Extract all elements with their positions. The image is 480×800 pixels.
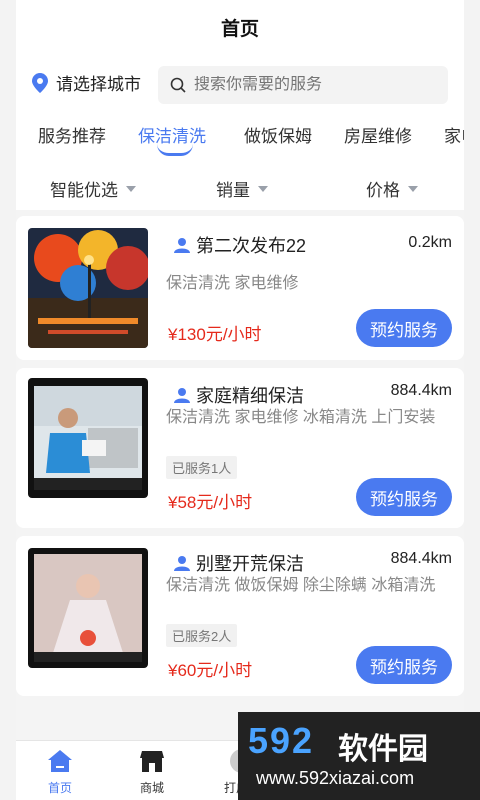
tab-cooking-nanny[interactable]: 做饭保姆 <box>244 122 312 147</box>
filter-price[interactable]: 价格 <box>366 176 418 201</box>
home-icon <box>48 750 72 772</box>
listing-distance: 0.2km <box>408 234 452 251</box>
watermark-brand: 592 <box>248 720 315 761</box>
listing-title: 别墅开荒保洁 <box>174 550 304 576</box>
listing-thumbnail <box>28 228 148 348</box>
listing-card[interactable]: 家庭精细保洁 884.4km 保洁清洗 家电维修 冰箱清洗 上门安装 已服务1人… <box>16 368 464 528</box>
listing-price: ¥130元/小时 <box>168 325 262 344</box>
listing-name: 家庭精细保洁 <box>196 386 304 406</box>
page-title: 首页 <box>220 19 259 40</box>
user-icon <box>174 238 190 253</box>
category-tabs: 服务推荐 保洁清洗 做饭保姆 房屋维修 家电 <box>16 114 464 160</box>
served-count-badge: 已服务2人 <box>166 624 238 647</box>
top-header: 首页 请选择城市 服务推荐 保洁清洗 做饭保姆 房屋维修 家电 智能 <box>16 0 464 210</box>
listing-name: 第二次发布22 <box>196 236 307 256</box>
search-input[interactable] <box>194 76 424 94</box>
listing-price: ¥60元/小时 <box>168 661 253 680</box>
caret-down-icon <box>258 185 268 192</box>
listing-title: 家庭精细保洁 <box>174 382 304 408</box>
city-selector[interactable]: 请选择城市 <box>32 70 141 95</box>
listing-title: 第二次发布22 <box>174 232 306 258</box>
filter-sales-label: 销量 <box>216 181 250 200</box>
filter-smart-label: 智能优选 <box>50 181 118 200</box>
filter-sales[interactable]: 销量 <box>216 176 268 201</box>
tab-service-recommend[interactable]: 服务推荐 <box>38 122 106 147</box>
location-pin-icon <box>32 72 48 93</box>
listing-distance: 884.4km <box>390 550 452 567</box>
user-icon <box>174 388 190 403</box>
app-screen: 首页 请选择城市 服务推荐 保洁清洗 做饭保姆 房屋维修 家电 智能 <box>16 0 464 800</box>
listing-card[interactable]: 第二次发布22 0.2km 保洁清洗 家电维修 ¥130元/小时 预约服务 <box>16 216 464 360</box>
listing-distance: 884.4km <box>390 382 452 399</box>
listing-price: ¥58元/小时 <box>168 493 253 512</box>
caret-down-icon <box>126 185 136 192</box>
site-watermark: 592 软件园 www.592xiazai.com <box>238 712 480 800</box>
listing-tags: 保洁清洗 家电维修 <box>166 275 299 292</box>
listing-card[interactable]: 别墅开荒保洁 884.4km 保洁清洗 做饭保姆 除尘除螨 冰箱清洗 已服务2人… <box>16 536 464 696</box>
nav-home-label: 首页 <box>47 781 72 795</box>
photo-image-icon <box>28 378 148 498</box>
watermark-url: www.592xiazai.com <box>256 768 415 788</box>
photo-image-icon <box>28 548 148 668</box>
user-icon <box>174 556 190 571</box>
search-box[interactable] <box>158 66 448 104</box>
filter-smart[interactable]: 智能优选 <box>50 176 136 201</box>
filter-bar: 智能优选 销量 价格 <box>16 168 464 208</box>
book-service-button[interactable]: 预约服务 <box>356 478 452 516</box>
filter-price-label: 价格 <box>366 181 400 200</box>
tab-house-repair[interactable]: 房屋维修 <box>344 122 412 147</box>
city-label: 请选择城市 <box>56 75 141 94</box>
watermark-brand-cn: 软件园 <box>338 733 428 766</box>
listing-thumbnail <box>28 548 148 668</box>
painting-image-icon <box>28 228 148 348</box>
caret-down-icon <box>408 185 418 192</box>
nav-shop-label: 商城 <box>139 781 164 795</box>
book-service-button[interactable]: 预约服务 <box>356 646 452 684</box>
book-service-button[interactable]: 预约服务 <box>356 309 452 347</box>
listing-tags: 保洁清洗 做饭保姆 除尘除螨 冰箱清洗 <box>166 577 436 594</box>
listing-thumbnail <box>28 378 148 498</box>
nav-shop[interactable]: 商城 <box>122 747 182 796</box>
tab-appliance[interactable]: 家电 <box>444 122 464 147</box>
shop-icon <box>140 751 164 772</box>
nav-home[interactable]: 首页 <box>30 747 90 796</box>
search-icon <box>170 77 186 93</box>
listing-name: 别墅开荒保洁 <box>196 554 304 574</box>
served-count-badge: 已服务1人 <box>166 456 238 479</box>
listing-tags: 保洁清洗 家电维修 冰箱清洗 上门安装 <box>166 409 436 426</box>
